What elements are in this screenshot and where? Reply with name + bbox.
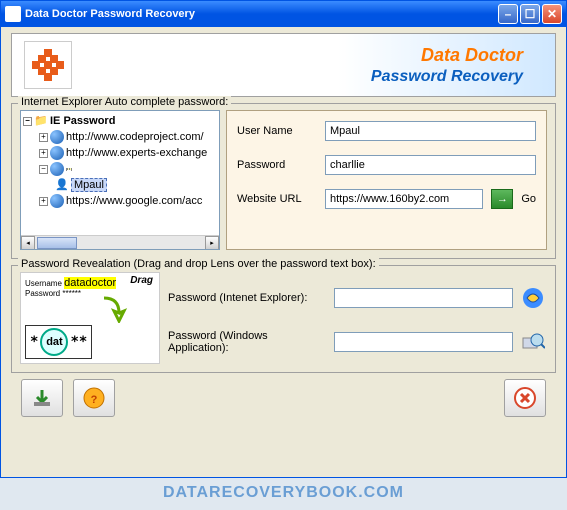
collapse-icon[interactable]: − [23, 117, 32, 126]
ie-section-label: Internet Explorer Auto complete password… [18, 96, 231, 108]
tree-item[interactable]: +http://www.codeproject.com/ [39, 129, 217, 145]
save-button[interactable] [21, 379, 63, 417]
drag-label: Drag [130, 275, 153, 286]
globe-icon [50, 130, 64, 144]
url-label: Website URL [237, 193, 317, 205]
app-icon [5, 6, 21, 22]
globe-icon [50, 194, 64, 208]
window-title: Data Doctor Password Recovery [25, 8, 498, 20]
tree-item[interactable]: +https://www.google.com/acc [39, 193, 217, 209]
expand-icon[interactable]: + [39, 197, 48, 206]
ie-password-input[interactable] [334, 288, 513, 308]
lens-illustration[interactable]: Username datadoctorPassword ****** Drag … [20, 272, 160, 364]
password-label: Password [237, 159, 317, 171]
horizontal-scrollbar[interactable]: ◂ ▸ [21, 235, 219, 249]
app-window: Data Doctor Password Recovery – ☐ ✕ Data… [0, 0, 567, 478]
exit-button[interactable] [504, 379, 546, 417]
titlebar: Data Doctor Password Recovery – ☐ ✕ [1, 1, 566, 27]
ie-password-label: Password (Intenet Explorer): [168, 292, 328, 304]
svg-text:?: ? [91, 394, 98, 406]
logo-icon [24, 41, 72, 89]
expand-icon[interactable]: + [39, 149, 48, 158]
tree-item-selected[interactable]: 👤Mpaul [55, 177, 217, 193]
username-field[interactable]: Mpaul [325, 121, 536, 141]
password-tree[interactable]: − 📁 IE Password +http://www.codeproject.… [20, 110, 220, 250]
watermark: DATARECOVERYBOOK.COM [0, 484, 567, 502]
credential-panel: User Name Mpaul Password charllie Websit… [226, 110, 547, 250]
globe-icon [50, 146, 64, 160]
lens-icon: dat [40, 328, 68, 356]
win-password-label: Password (Windows Application): [168, 330, 328, 354]
win-password-input[interactable] [334, 332, 513, 352]
scroll-thumb[interactable] [37, 237, 77, 249]
tree-item[interactable]: +http://www.experts-exchange [39, 145, 217, 161]
globe-icon [50, 162, 64, 176]
go-label: Go [521, 193, 536, 205]
brand-subtitle: Password Recovery [371, 68, 523, 86]
expand-icon[interactable]: + [39, 133, 48, 142]
collapse-icon[interactable]: − [39, 165, 48, 174]
user-icon: 👤 [55, 178, 69, 192]
ie-password-section: Internet Explorer Auto complete password… [11, 103, 556, 259]
arrow-icon [99, 293, 129, 323]
reveal-section-label: Password Revealation (Drag and drop Lens… [18, 258, 379, 270]
tree-item[interactable]: − [39, 161, 217, 177]
url-field[interactable]: https://www.160by2.com [325, 189, 483, 209]
go-button[interactable]: → [491, 189, 513, 209]
maximize-button[interactable]: ☐ [520, 4, 540, 24]
password-field[interactable]: charllie [325, 155, 536, 175]
scroll-left-icon[interactable]: ◂ [21, 236, 35, 250]
folder-icon: 📁 [34, 114, 48, 128]
close-button[interactable]: ✕ [542, 4, 562, 24]
tree-root[interactable]: − 📁 IE Password [23, 113, 217, 129]
help-button[interactable]: ? [73, 379, 115, 417]
minimize-button[interactable]: – [498, 4, 518, 24]
reveal-section: Password Revealation (Drag and drop Lens… [11, 265, 556, 373]
magnifier-icon [519, 328, 547, 356]
brand-title: Data Doctor [371, 45, 523, 66]
ie-icon [519, 284, 547, 312]
username-label: User Name [237, 125, 317, 137]
scroll-right-icon[interactable]: ▸ [205, 236, 219, 250]
bottom-toolbar: ? [11, 373, 556, 417]
header-banner: Data Doctor Password Recovery [11, 33, 556, 97]
